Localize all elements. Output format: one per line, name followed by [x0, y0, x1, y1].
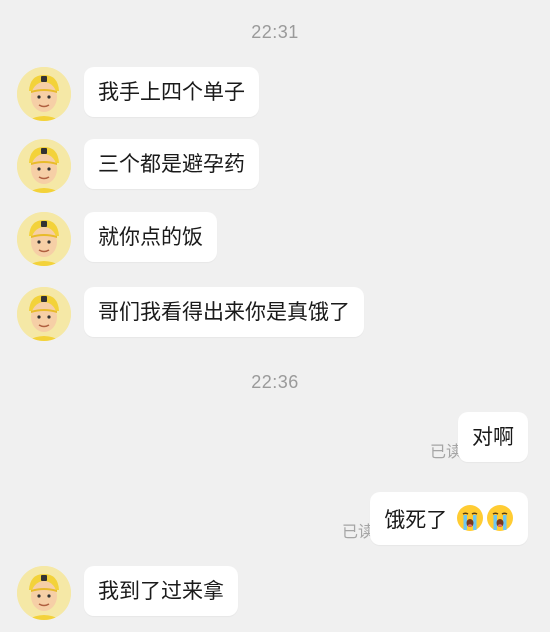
message-row: 就你点的饭: [0, 208, 550, 268]
message-row: 我手上四个单子: [0, 63, 550, 123]
message-text: 饿死了: [384, 508, 448, 532]
message-bubble[interactable]: 我到了过来拿: [84, 566, 238, 616]
message-row: 我到了过来拿: [0, 562, 550, 622]
delivery-rider-avatar-icon[interactable]: [17, 212, 71, 266]
message-row: 三个都是避孕药: [0, 135, 550, 195]
delivery-rider-avatar-icon[interactable]: [17, 566, 71, 620]
timestamp: 22:36: [251, 372, 299, 392]
message-bubble[interactable]: 三个都是避孕药: [84, 139, 259, 189]
delivery-rider-avatar-icon[interactable]: [17, 287, 71, 341]
message-bubble[interactable]: 对啊: [458, 412, 528, 462]
chat-conversation: 22:31 我手上四个单子 三个都是避孕药 就你点的饭 哥们我看得出来你是真饿了…: [0, 0, 550, 632]
delivery-rider-avatar-icon[interactable]: [17, 67, 71, 121]
loudly-crying-face-icon: [456, 504, 484, 532]
delivery-rider-avatar-icon[interactable]: [17, 139, 71, 193]
message-bubble[interactable]: 我手上四个单子: [84, 67, 259, 117]
message-bubble[interactable]: 哥们我看得出来你是真饿了: [84, 287, 364, 337]
message-row: 哥们我看得出来你是真饿了: [0, 283, 550, 343]
loudly-crying-face-icon: [486, 504, 514, 532]
timestamp: 22:31: [251, 22, 299, 42]
read-status: 已读: [341, 522, 374, 541]
message-bubble[interactable]: 就你点的饭: [84, 212, 217, 262]
message-row: 已读 饿死了: [0, 486, 550, 546]
message-row: 已读 对啊: [0, 406, 550, 466]
message-bubble[interactable]: 饿死了: [370, 492, 528, 545]
